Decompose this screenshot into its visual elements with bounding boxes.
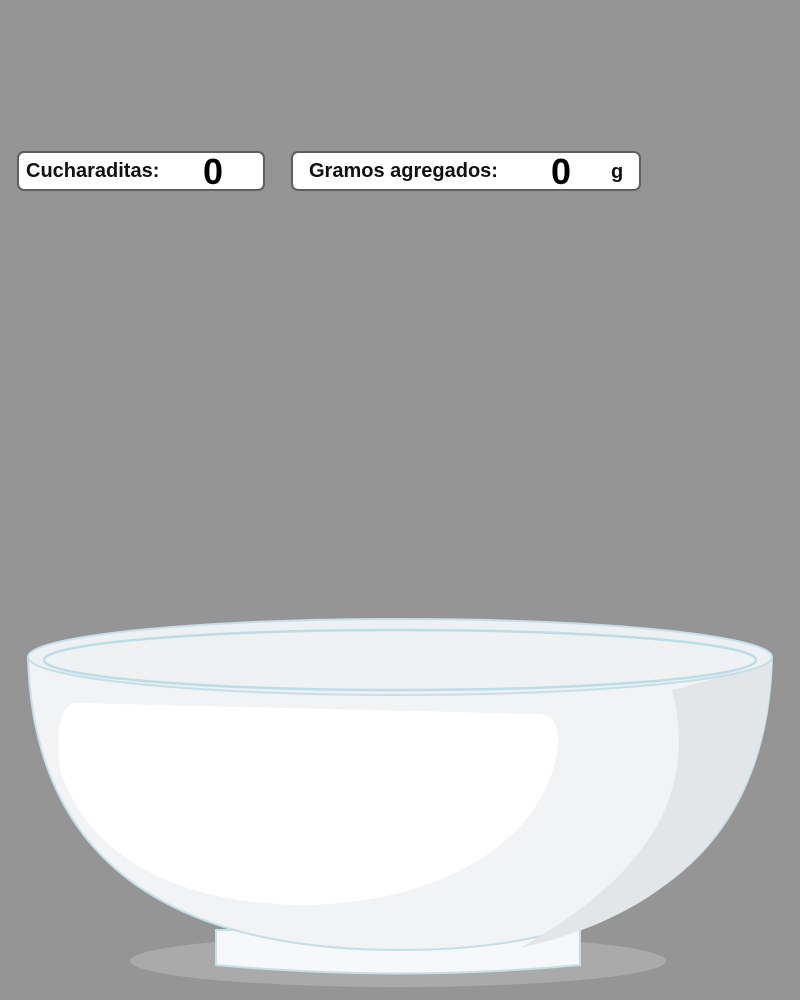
grams-label: Gramos agregados: — [309, 160, 498, 182]
teaspoons-value: 0 — [202, 151, 224, 192]
grams-value: 0 — [550, 151, 572, 192]
teaspoons-label: Cucharaditas: — [26, 160, 160, 182]
bowl-icon — [26, 618, 774, 987]
teaspoons-counter: Cucharaditas: 0 — [17, 151, 265, 191]
grams-counter: Gramos agregados: 0 g — [291, 151, 641, 191]
grams-unit: g — [611, 161, 624, 183]
bowl-inner-rim — [42, 628, 758, 692]
